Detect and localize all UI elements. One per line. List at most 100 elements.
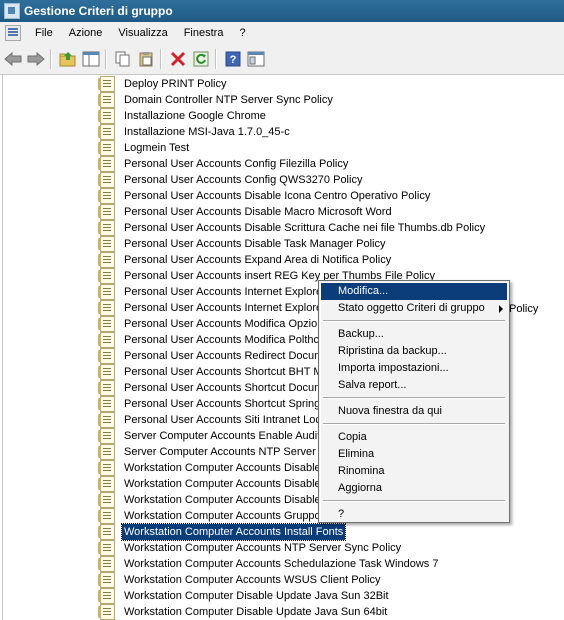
window-title: Gestione Criteri di gruppo	[24, 4, 173, 18]
tree-item-label: Workstation Computer Accounts Schedulazi…	[124, 558, 439, 570]
gpo-scroll-icon	[98, 396, 115, 412]
gpo-scroll-icon	[98, 236, 115, 252]
menu-separator	[323, 320, 505, 321]
gpo-scroll-icon	[98, 108, 115, 124]
show-tree-icon[interactable]	[81, 49, 101, 69]
tree-item[interactable]: Personal User Accounts Expand Area di No…	[98, 252, 393, 268]
tree-item-label: Logmein Test	[124, 142, 190, 154]
tree-item[interactable]: Personal User Accounts Siti Intranet Loc…	[98, 412, 329, 428]
gpo-scroll-icon	[98, 76, 115, 92]
tree-item-label: Deploy PRINT Policy	[124, 78, 227, 90]
tree-item-label: Personal User Accounts Disable Icona Cen…	[124, 190, 431, 202]
tree-item[interactable]: Workstation Computer Accounts Gruppo A	[98, 508, 332, 524]
context-menu-item[interactable]: Salva report...	[321, 377, 507, 394]
context-menu-item[interactable]: Backup...	[321, 326, 507, 343]
context-menu: Modifica... Stato oggetto Criteri di grup…	[318, 280, 510, 523]
tree-item[interactable]: Personal User Accounts Internet Explorer	[98, 300, 328, 316]
tree-item-label: Personal User Accounts Modifica Opzioni	[124, 318, 326, 330]
paste-icon[interactable]	[136, 49, 156, 69]
gpo-scroll-icon	[98, 476, 115, 492]
title-bar: Gestione Criteri di gruppo	[0, 0, 564, 22]
gpo-scroll-icon	[98, 364, 115, 380]
gpo-scroll-icon	[98, 92, 115, 108]
tree-item-label: Personal User Accounts Config Filezilla …	[124, 158, 349, 170]
gpo-scroll-icon	[98, 316, 115, 332]
gpo-scroll-icon	[98, 124, 115, 140]
tree-item[interactable]: Domain Controller NTP Server Sync Policy	[98, 92, 335, 108]
tree-item-label: Personal User Accounts Config QWS3270 Po…	[124, 174, 363, 186]
up-folder-icon[interactable]	[58, 49, 78, 69]
tree-item[interactable]: Personal User Accounts Shortcut BHT Mar	[98, 364, 334, 380]
gpo-scroll-icon	[98, 188, 115, 204]
tree-item[interactable]: Installazione Google Chrome	[98, 108, 268, 124]
context-menu-item[interactable]: Rinomina	[321, 463, 507, 480]
gpo-scroll-icon	[98, 572, 115, 588]
gpo-scroll-icon	[98, 540, 115, 556]
back-icon[interactable]	[3, 49, 23, 69]
help-icon[interactable]: ?	[223, 49, 243, 69]
menu-visualizza[interactable]: Visualizza	[110, 23, 175, 43]
tree-item-label: Workstation Computer Accounts Disable I	[124, 478, 327, 490]
tree-item[interactable]: Personal User Accounts Internet Explorer	[98, 284, 328, 300]
tree-item[interactable]: Personal User Accounts Disable Icona Cen…	[98, 188, 432, 204]
tree-item[interactable]: Personal User Accounts Modifica Opzioni	[98, 316, 328, 332]
tree-item[interactable]: Personal User Accounts Disable Macro Mic…	[98, 204, 394, 220]
delete-icon[interactable]	[168, 49, 188, 69]
context-menu-item[interactable]: Elimina	[321, 446, 507, 463]
tree-item[interactable]: Installazione MSI-Java 1.7.0_45-c	[98, 124, 292, 140]
tree-item[interactable]: Workstation Computer Accounts Disable F	[98, 460, 332, 476]
context-menu-item[interactable]: Aggiorna	[321, 480, 507, 497]
context-menu-item[interactable]: Modifica...	[321, 283, 507, 300]
tree-item-label: Workstation Computer Accounts Install Fo…	[120, 523, 347, 541]
gpo-scroll-icon	[98, 412, 115, 428]
toolbar-separator	[105, 49, 106, 69]
tree-item[interactable]: Personal User Accounts Config QWS3270 Po…	[98, 172, 364, 188]
menu-help[interactable]: ?	[231, 23, 253, 43]
context-menu-item[interactable]: ?	[321, 506, 507, 523]
gpo-scroll-icon	[98, 300, 115, 316]
tree-item[interactable]: Workstation Computer Accounts NTP Server…	[98, 540, 403, 556]
tree-item[interactable]: Workstation Computer Accounts Schedulazi…	[98, 556, 440, 572]
context-menu-item[interactable]: Copia	[321, 429, 507, 446]
copy-icon[interactable]	[113, 49, 133, 69]
tree-item[interactable]: Personal User Accounts Modifica Polthce	[98, 332, 327, 348]
tree-item[interactable]: Workstation Computer Accounts Disable C	[98, 492, 334, 508]
tree-item[interactable]: Personal User Accounts Shortcut Docume	[98, 380, 331, 396]
tree-item[interactable]: Server Computer Accounts Enable Audits	[98, 428, 328, 444]
tree-item[interactable]: Workstation Computer Disable Update Java…	[98, 588, 391, 604]
menu-bar: File Azione Visualizza Finestra ?	[0, 22, 564, 44]
tree-item[interactable]: Server Computer Accounts NTP Server Sy	[98, 444, 334, 460]
gpo-scroll-icon	[98, 524, 115, 540]
submenu-arrow-icon	[499, 305, 503, 313]
refresh-icon[interactable]	[191, 49, 211, 69]
context-menu-item[interactable]: Importa impostazioni...	[321, 360, 507, 377]
gpo-scroll-icon	[98, 556, 115, 572]
properties-icon[interactable]	[246, 49, 266, 69]
tree-item[interactable]: Workstation Computer Accounts Install Fo…	[98, 523, 347, 541]
system-menu-icon[interactable]	[5, 25, 21, 41]
tree-item[interactable]: Personal User Accounts Redirect Docume	[98, 348, 331, 364]
tree-item-label: Personal User Accounts Shortcut Docume	[124, 382, 330, 394]
tree-item[interactable]: Personal User Accounts Shortcut Spring F	[98, 396, 332, 412]
context-menu-item[interactable]: Nuova finestra da qui	[321, 403, 507, 420]
forward-icon[interactable]	[26, 49, 46, 69]
menu-file[interactable]: File	[27, 23, 61, 43]
context-menu-item[interactable]: Ripristina da backup...	[321, 343, 507, 360]
context-menu-item[interactable]: Stato oggetto Criteri di gruppo	[321, 300, 507, 317]
tree-item[interactable]: Logmein Test	[98, 140, 191, 156]
tree-item[interactable]: Personal User Accounts Config Filezilla …	[98, 156, 350, 172]
gpo-scroll-icon	[98, 172, 115, 188]
gpo-scroll-icon	[98, 604, 115, 620]
tree-item[interactable]: Personal User Accounts Disable Scrittura…	[98, 220, 487, 236]
tree-item[interactable]: Personal User Accounts Disable Task Mana…	[98, 236, 387, 252]
tree-item[interactable]: Deploy PRINT Policy	[98, 76, 229, 92]
toolbar-separator	[50, 49, 51, 69]
tree-item[interactable]: Workstation Computer Accounts Disable I	[98, 476, 329, 492]
tree-item[interactable]: Workstation Computer Accounts WSUS Clien…	[98, 572, 383, 588]
tree-item-label: Personal User Accounts Redirect Docume	[124, 350, 330, 362]
tree-item[interactable]: Workstation Computer Disable Update Java…	[98, 604, 389, 620]
menu-azione[interactable]: Azione	[61, 23, 111, 43]
gpo-scroll-icon	[98, 348, 115, 364]
menu-finestra[interactable]: Finestra	[176, 23, 232, 43]
tree-item-label: Workstation Computer Disable Update Java…	[124, 606, 388, 618]
